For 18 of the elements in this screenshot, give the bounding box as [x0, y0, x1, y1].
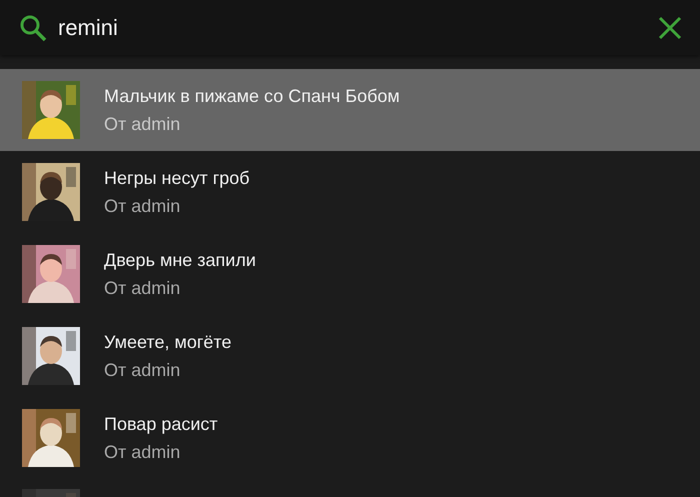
result-author: От admin [104, 442, 182, 462]
search-input[interactable]: remini [58, 14, 656, 40]
result-author: От admin [104, 278, 182, 298]
result-author: От admin [104, 114, 182, 134]
search-bar[interactable]: remini [0, 0, 700, 55]
result-title: Мальчик в пижаме со Спанч Бобом [104, 86, 400, 106]
result-item[interactable]: Умеете, могёте От admin [0, 315, 700, 397]
result-item[interactable]: Негры несут гроб От admin [0, 151, 700, 233]
result-item[interactable]: Мальчик в пижаме со Спанч Бобом От admin [0, 69, 700, 151]
result-item[interactable]: Дверь мне запили От admin [0, 233, 700, 315]
result-author: От admin [104, 196, 182, 216]
result-author: От admin [104, 360, 182, 380]
search-icon[interactable] [18, 12, 48, 42]
result-title: Повар расист [104, 414, 218, 434]
result-title: Негры несут гроб [104, 168, 250, 188]
result-title: Дверь мне запили [104, 250, 256, 270]
result-item[interactable]: Повар расист От admin [0, 397, 700, 479]
result-title: Умеете, могёте [104, 332, 232, 352]
